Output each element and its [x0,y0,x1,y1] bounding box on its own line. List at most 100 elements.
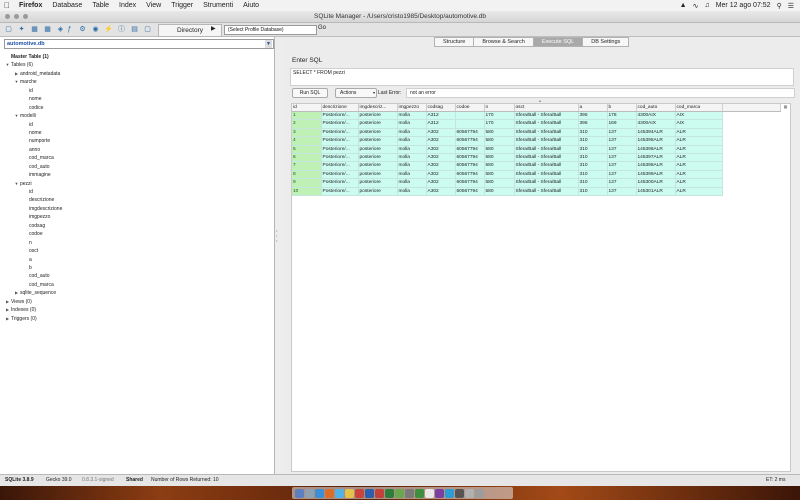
table-cell[interactable]: 60567794 [455,170,485,180]
tree-item[interactable]: codice [0,104,274,112]
expand-triangle-icon[interactable]: ▼ [13,112,20,120]
eye-icon[interactable]: ◉ [91,25,100,34]
column-header[interactable]: id [292,104,322,112]
table-cell[interactable]: A302 [426,153,456,163]
table-row[interactable]: 5 Posteriore/... posteriore molla A302 605677… [292,145,780,155]
table-cell[interactable]: 310 [578,136,608,146]
collapse-triangle-icon[interactable]: ▶ [4,315,11,323]
table-cell[interactable]: A302 [426,161,456,171]
column-picker-icon[interactable]: ▦ [782,104,789,111]
new-db-icon[interactable]: ▢ [4,25,13,34]
search-icon[interactable]: ⚲ [777,2,782,10]
table-cell[interactable]: 60567794 [455,145,485,155]
table-cell[interactable]: posteriore [358,128,398,138]
collapse-triangle-icon[interactable]: ▶ [4,298,11,306]
table-cell[interactable]: 580 [484,153,515,163]
table-cell[interactable]: 310 [578,145,608,155]
table-cell[interactable]: molla [397,161,427,171]
export-icon[interactable]: ▤ [130,25,139,34]
notes-icon[interactable] [345,488,354,498]
table-cell[interactable]: 145399ALR [636,170,676,180]
table-cell[interactable]: Posteriore/... [321,153,359,163]
table-cell[interactable]: Sfera/Ball - Sfera/Ball [514,136,579,146]
table-cell[interactable]: Sfera/Ball - Sfera/Ball [514,119,579,129]
tree-item[interactable]: codoe [0,230,274,238]
collapse-triangle-icon[interactable]: ▶ [13,70,20,78]
tab-structure[interactable]: Structure [434,37,475,47]
table-cell[interactable]: 60567794 [455,128,485,138]
table-cell[interactable]: Posteriore/... [321,119,359,129]
table-cell[interactable]: 8 [292,170,322,180]
table-cell[interactable]: 137 [607,161,637,171]
table-cell[interactable]: ALR [675,136,723,146]
settings-icon[interactable]: ⚙ [78,25,87,34]
menu-view[interactable]: View [141,2,166,9]
table-cell[interactable]: 60567794 [455,178,485,188]
table-cell[interactable]: ALR [675,128,723,138]
table-cell[interactable]: 580 [484,145,515,155]
column-header[interactable]: imgpezzo [397,104,427,112]
menu-index[interactable]: Index [114,2,141,9]
table-cell[interactable]: 145301ALR [636,187,676,197]
table-cell[interactable]: 137 [607,136,637,146]
table-cell[interactable]: posteriore [358,145,398,155]
column-header[interactable]: n [484,104,515,112]
tree-item[interactable]: descrizione [0,196,274,204]
results-grid[interactable]: id descrizione imgdescriz... imgpezzo codsag… [291,103,791,472]
table-cell[interactable]: Sfera/Ball - Sfera/Ball [514,170,579,180]
table-cell[interactable]: 145394ALR [636,128,676,138]
table-cell[interactable]: 137 [607,187,637,197]
table-cell[interactable]: molla [397,153,427,163]
column-header[interactable]: codsag [426,104,456,112]
tree-item[interactable]: numporte [0,137,274,145]
tree-item[interactable]: Master Table (1) [0,53,274,61]
menu-strumenti[interactable]: Strumenti [198,2,238,9]
table-cell[interactable]: A302 [426,145,456,155]
table-cell[interactable]: posteriore [358,187,398,197]
tree-item[interactable]: ▼ marche [0,78,274,86]
tree-item[interactable]: osct [0,247,274,255]
profile-database-select[interactable]: (Select Profile Database) [224,25,317,35]
menu-table[interactable]: Table [87,2,114,9]
column-header[interactable]: osct [514,104,579,112]
table-cell[interactable]: 7 [292,161,322,171]
table-cell[interactable]: 60567794 [455,187,485,197]
table-cell[interactable] [455,119,485,129]
actions-button[interactable]: Actions ▾ [335,88,377,98]
table-cell[interactable]: 170 [484,111,515,121]
table-cell[interactable]: 6 [292,153,322,163]
collapse-triangle-icon[interactable]: ▶ [13,289,20,297]
run-sql-button[interactable]: Run SQL [292,88,328,98]
table-cell[interactable]: 3 [292,128,322,138]
tree-item[interactable]: codsag [0,222,274,230]
calendar-icon[interactable] [355,488,364,498]
table-cell[interactable]: Posteriore/... [321,145,359,155]
finder-icon[interactable] [295,488,304,498]
table-cell[interactable]: posteriore [358,111,398,121]
open-db-icon[interactable]: ▦ [30,25,39,34]
table-cell[interactable]: 580 [484,128,515,138]
table-cell[interactable]: 580 [484,170,515,180]
table-row[interactable]: 10 Posteriore/... posteriore molla A302 60567… [292,187,780,197]
collapse-triangle-icon[interactable]: ▶ [4,306,11,314]
table-cell[interactable]: Sfera/Ball - Sfera/Ball [514,187,579,197]
table-cell[interactable]: 137 [607,170,637,180]
table-cell[interactable]: molla [397,136,427,146]
table-cell[interactable]: 396 [578,119,608,129]
table-cell[interactable]: 4300AIX [636,119,676,129]
tree-item[interactable]: ▼ pezzi [0,180,274,188]
dropbox-icon[interactable]: ▲ [680,2,687,9]
photos-icon[interactable] [425,488,434,498]
table-cell[interactable]: Posteriore/... [321,136,359,146]
table-cell[interactable]: 1 [292,111,322,121]
menu-list-icon[interactable]: ☰ [788,2,794,10]
column-header[interactable]: cod_auto [636,104,676,112]
system-preferences-icon[interactable] [405,488,414,498]
safari-icon[interactable] [315,488,324,498]
table-cell[interactable]: 178 [607,111,637,121]
table-row[interactable]: 4 Posteriore/... posteriore molla A302 605677… [292,136,780,146]
tree-item[interactable]: ▶ Indexes (0) [0,306,274,314]
tree-item[interactable]: anno [0,146,274,154]
table-row[interactable]: 2 Posteriore/... posteriore molla A312 170 Sfe… [292,119,780,129]
table-cell[interactable]: 170 [484,119,515,129]
